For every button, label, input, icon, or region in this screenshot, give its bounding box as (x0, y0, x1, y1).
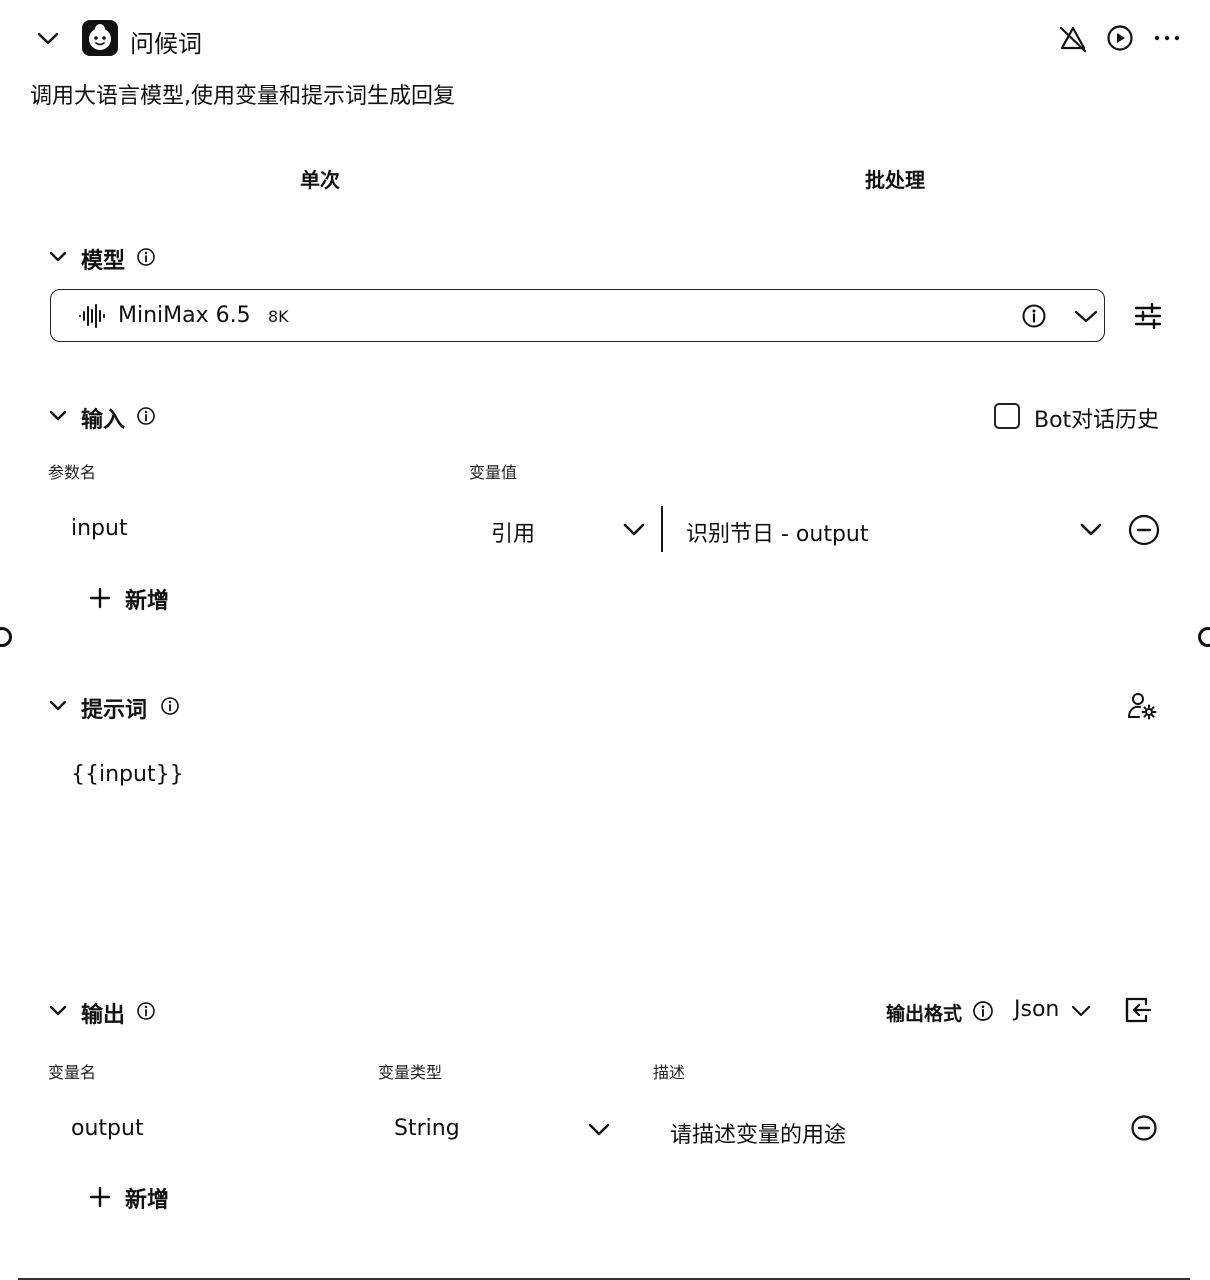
bot-history-checkbox[interactable] (994, 403, 1020, 429)
input-section-title: 输入 (81, 408, 126, 433)
right-port-handle[interactable] (1198, 627, 1210, 647)
output-var-type-select[interactable]: String (394, 1116, 460, 1141)
play-circle-icon[interactable] (1106, 24, 1134, 52)
add-input-plus-icon[interactable] (88, 586, 112, 610)
column-header-var-type: 变量类型 (378, 1063, 443, 1082)
field-divider (661, 506, 663, 552)
prompt-editor[interactable]: {{input}} (71, 762, 184, 787)
add-output-plus-icon[interactable] (88, 1185, 112, 1209)
panel-in-icon[interactable] (1124, 996, 1152, 1024)
var-type-chevron-icon[interactable] (587, 1119, 611, 1139)
model-section-title: 模型 (81, 249, 126, 274)
user-gear-icon[interactable] (1127, 692, 1157, 720)
model-detail-info-icon[interactable] (1021, 303, 1047, 329)
output-var-name-field[interactable]: output (71, 1116, 144, 1141)
model-section-chevron-icon[interactable] (48, 248, 68, 266)
output-format-select[interactable]: Json (1014, 997, 1059, 1022)
input-info-icon[interactable] (136, 406, 156, 426)
tab-batch[interactable]: 批处理 (865, 164, 925, 193)
model-info-icon[interactable] (136, 247, 156, 267)
remove-output-row-icon[interactable] (1130, 1114, 1158, 1142)
input-reference-value-select[interactable]: 识别节日 - output (686, 516, 869, 548)
prompt-section-title: 提示词 (81, 698, 148, 723)
column-header-var-name: 变量名 (48, 1063, 97, 1082)
add-output-button[interactable]: 新增 (125, 1182, 169, 1214)
debug-off-icon[interactable] (1058, 24, 1088, 54)
prompt-info-icon[interactable] (160, 696, 180, 716)
sliders-icon[interactable] (1134, 303, 1162, 329)
bot-face-icon (82, 20, 118, 56)
add-input-button[interactable]: 新增 (125, 583, 169, 615)
left-port-handle[interactable] (0, 627, 12, 647)
prompt-section-chevron-icon[interactable] (48, 697, 68, 715)
more-horizontal-icon[interactable] (1152, 28, 1182, 48)
output-section-chevron-icon[interactable] (48, 1002, 68, 1020)
waveform-icon (78, 302, 106, 330)
input-param-name-field[interactable]: input (71, 516, 128, 541)
column-header-variable-value: 变量值 (469, 463, 518, 482)
input-section-chevron-icon[interactable] (48, 407, 68, 425)
output-format-label: 输出格式 (886, 1003, 963, 1025)
remove-input-row-icon[interactable] (1127, 513, 1161, 547)
node-title[interactable]: 问候词 (130, 24, 202, 59)
node-bottom-border (18, 1278, 1190, 1280)
context-badge: 8K (268, 307, 289, 326)
output-format-chevron-icon[interactable] (1070, 1002, 1092, 1020)
output-info-icon[interactable] (136, 1001, 156, 1021)
output-format-info-icon[interactable] (972, 1000, 994, 1022)
collapse-node-chevron-icon[interactable] (36, 28, 60, 48)
model-dropdown-chevron-icon[interactable] (1073, 306, 1099, 326)
input-source-type-select[interactable]: 引用 (491, 516, 535, 548)
model-name: MiniMax 6.5 (118, 303, 251, 328)
output-section-title: 输出 (81, 1003, 126, 1028)
reference-value-chevron-icon[interactable] (1079, 519, 1103, 539)
column-header-param-name: 参数名 (48, 463, 97, 482)
output-description-field[interactable]: 请描述变量的用途 (670, 1117, 846, 1149)
tab-single[interactable]: 单次 (300, 164, 340, 193)
node-description: 调用大语言模型,使用变量和提示词生成回复 (30, 84, 455, 109)
bot-history-label[interactable]: Bot对话历史 (1034, 402, 1159, 434)
source-type-chevron-icon[interactable] (622, 519, 646, 539)
column-header-description: 描述 (653, 1063, 686, 1082)
